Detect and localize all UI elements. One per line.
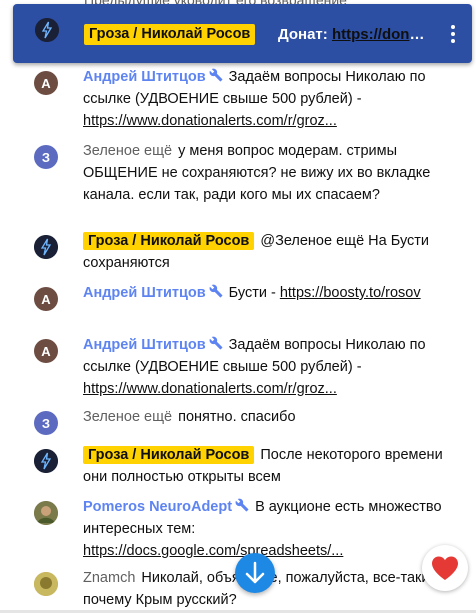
author-name[interactable]: Андрей Штитцов — [83, 68, 223, 85]
message-text: понятно. спасибо — [178, 409, 296, 425]
avatar[interactable]: А — [34, 287, 58, 311]
message-text: Бусти - — [228, 285, 280, 301]
author-name[interactable]: Андрей Штитцов — [83, 336, 223, 353]
avatar[interactable] — [34, 572, 58, 596]
wrench-icon — [235, 498, 249, 512]
author-name[interactable]: Зеленое ещё — [83, 409, 172, 425]
avatar[interactable]: А — [34, 339, 58, 363]
arrow-down-icon — [245, 561, 265, 584]
message-body: Андрей Штитцов Задаём вопросы Николаю по … — [83, 66, 455, 132]
avatar[interactable] — [34, 501, 58, 525]
message-link[interactable]: https://www.donationalerts.com/r/groz... — [83, 113, 337, 129]
author-name[interactable]: Зеленое ещё — [83, 143, 172, 159]
reaction-button[interactable] — [422, 545, 468, 591]
author-name[interactable]: Гроза / Николай Росов — [83, 232, 255, 250]
message-body: Гроза / Николай Росов После некоторого вр… — [83, 444, 455, 488]
avatar[interactable]: З — [34, 411, 58, 435]
wrench-icon — [209, 68, 223, 82]
user-photo-icon — [34, 572, 58, 596]
wrench-icon — [209, 336, 223, 350]
pinned-label: Донат: — [278, 26, 332, 43]
author-name[interactable]: Pomeros NeuroAdept — [83, 498, 249, 515]
avatar[interactable]: З — [34, 145, 58, 169]
wrench-icon — [209, 284, 223, 298]
heart-icon — [432, 556, 458, 580]
author-name[interactable]: Znamch — [83, 570, 135, 586]
pinned-donation-link[interactable]: https://donationalerts.com/r/grozarosov — [332, 26, 428, 43]
avatar[interactable]: А — [34, 71, 58, 95]
avatar[interactable] — [34, 449, 58, 473]
message-body: Гроза / Николай Росов @Зеленое ещё На Бус… — [83, 230, 455, 274]
message-body: Зеленое ещё у меня вопрос модерам. стримы… — [83, 140, 455, 206]
scroll-to-bottom-button[interactable] — [235, 553, 275, 593]
lightning-logo-icon — [34, 449, 58, 473]
message-body: Зеленое ещё понятно. спасибо — [83, 406, 455, 428]
user-photo-icon — [34, 501, 58, 525]
channel-avatar — [35, 18, 59, 42]
message-link[interactable]: https://www.donationalerts.com/r/groz... — [83, 381, 337, 397]
author-name[interactable]: Гроза / Николай Росов — [83, 446, 255, 464]
lightning-logo-icon — [34, 235, 58, 259]
message-link[interactable]: https://boosty.to/rosov — [280, 285, 421, 301]
author-name[interactable]: Андрей Штитцов — [83, 284, 223, 301]
lightning-logo-icon — [35, 18, 59, 42]
message-link[interactable]: https://docs.google.com/spreadsheets/... — [83, 543, 343, 559]
message-body: Андрей Штитцов Бусти - https://boosty.to/… — [83, 282, 455, 304]
pinned-message-text: Донат: https://donationalerts.com/r/groz… — [278, 24, 428, 45]
pinned-author-badge: Гроза / Николай Росов — [84, 24, 256, 45]
message-body: Андрей Штитцов Задаём вопросы Николаю по … — [83, 334, 455, 400]
avatar[interactable] — [34, 235, 58, 259]
pinned-message-banner[interactable]: Гроза / Николай Росов Донат: https://don… — [13, 4, 472, 63]
more-vert-icon[interactable] — [441, 22, 465, 46]
live-chat: Предыдущие уководит его возвращение Гроз… — [0, 0, 476, 613]
